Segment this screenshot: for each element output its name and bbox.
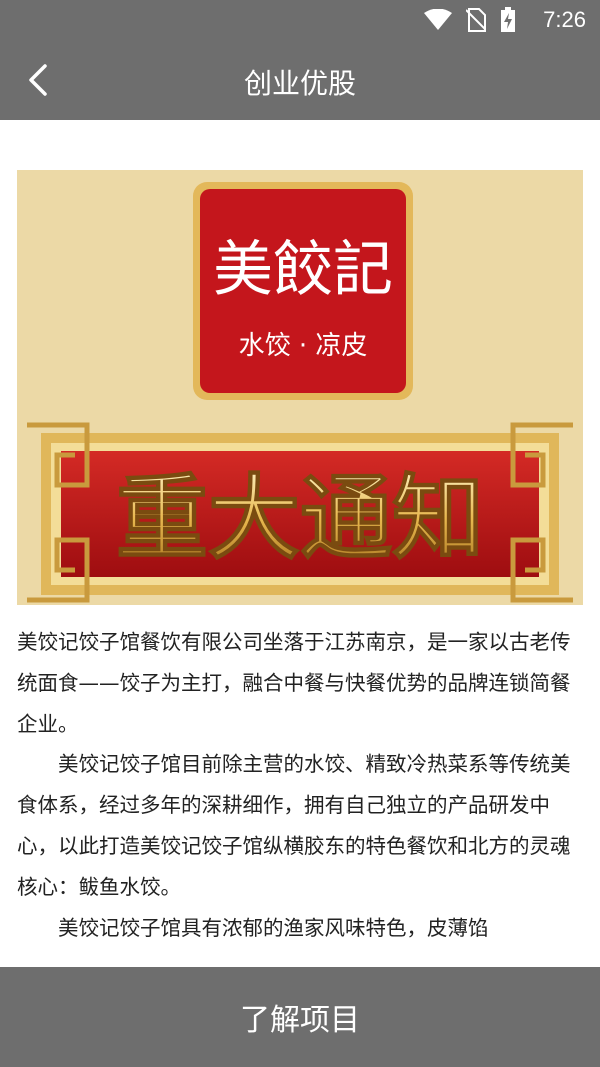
wifi-icon <box>424 9 452 30</box>
status-bar: 7:26 <box>0 0 600 40</box>
banner-logo: 美餃記 <box>213 235 393 305</box>
status-time: 7:26 <box>543 7 586 32</box>
article-paragraph: 美饺记饺子馆目前除主营的水饺、精致冷热菜系等传统美食体系，经过多年的深耕细作，拥… <box>17 752 571 899</box>
page-title: 创业优股 <box>243 67 356 100</box>
app-bar: 创业优股 <box>0 40 600 120</box>
banner-headline: 重大通知 <box>116 465 484 572</box>
article-paragraph: 美饺记饺子馆具有浓郁的渔家风味特色，皮薄馅 <box>58 915 489 940</box>
banner-subtitle: 水饺 · 凉皮 <box>239 331 368 361</box>
no-sim-icon <box>466 8 486 32</box>
article-body: 美饺记饺子馆餐饮有限公司坐落于江苏南京，是一家以古老传统面食——饺子为主打，融合… <box>17 622 583 967</box>
learn-project-button[interactable]: 了解项目 <box>0 967 600 1067</box>
article-paragraph: 美饺记饺子馆餐饮有限公司坐落于江苏南京，是一家以古老传统面食——饺子为主打，融合… <box>17 630 571 736</box>
banner-image[interactable]: 美餃記 水饺 · 凉皮 重大通知 <box>17 170 583 605</box>
battery-charging-icon <box>501 7 515 32</box>
